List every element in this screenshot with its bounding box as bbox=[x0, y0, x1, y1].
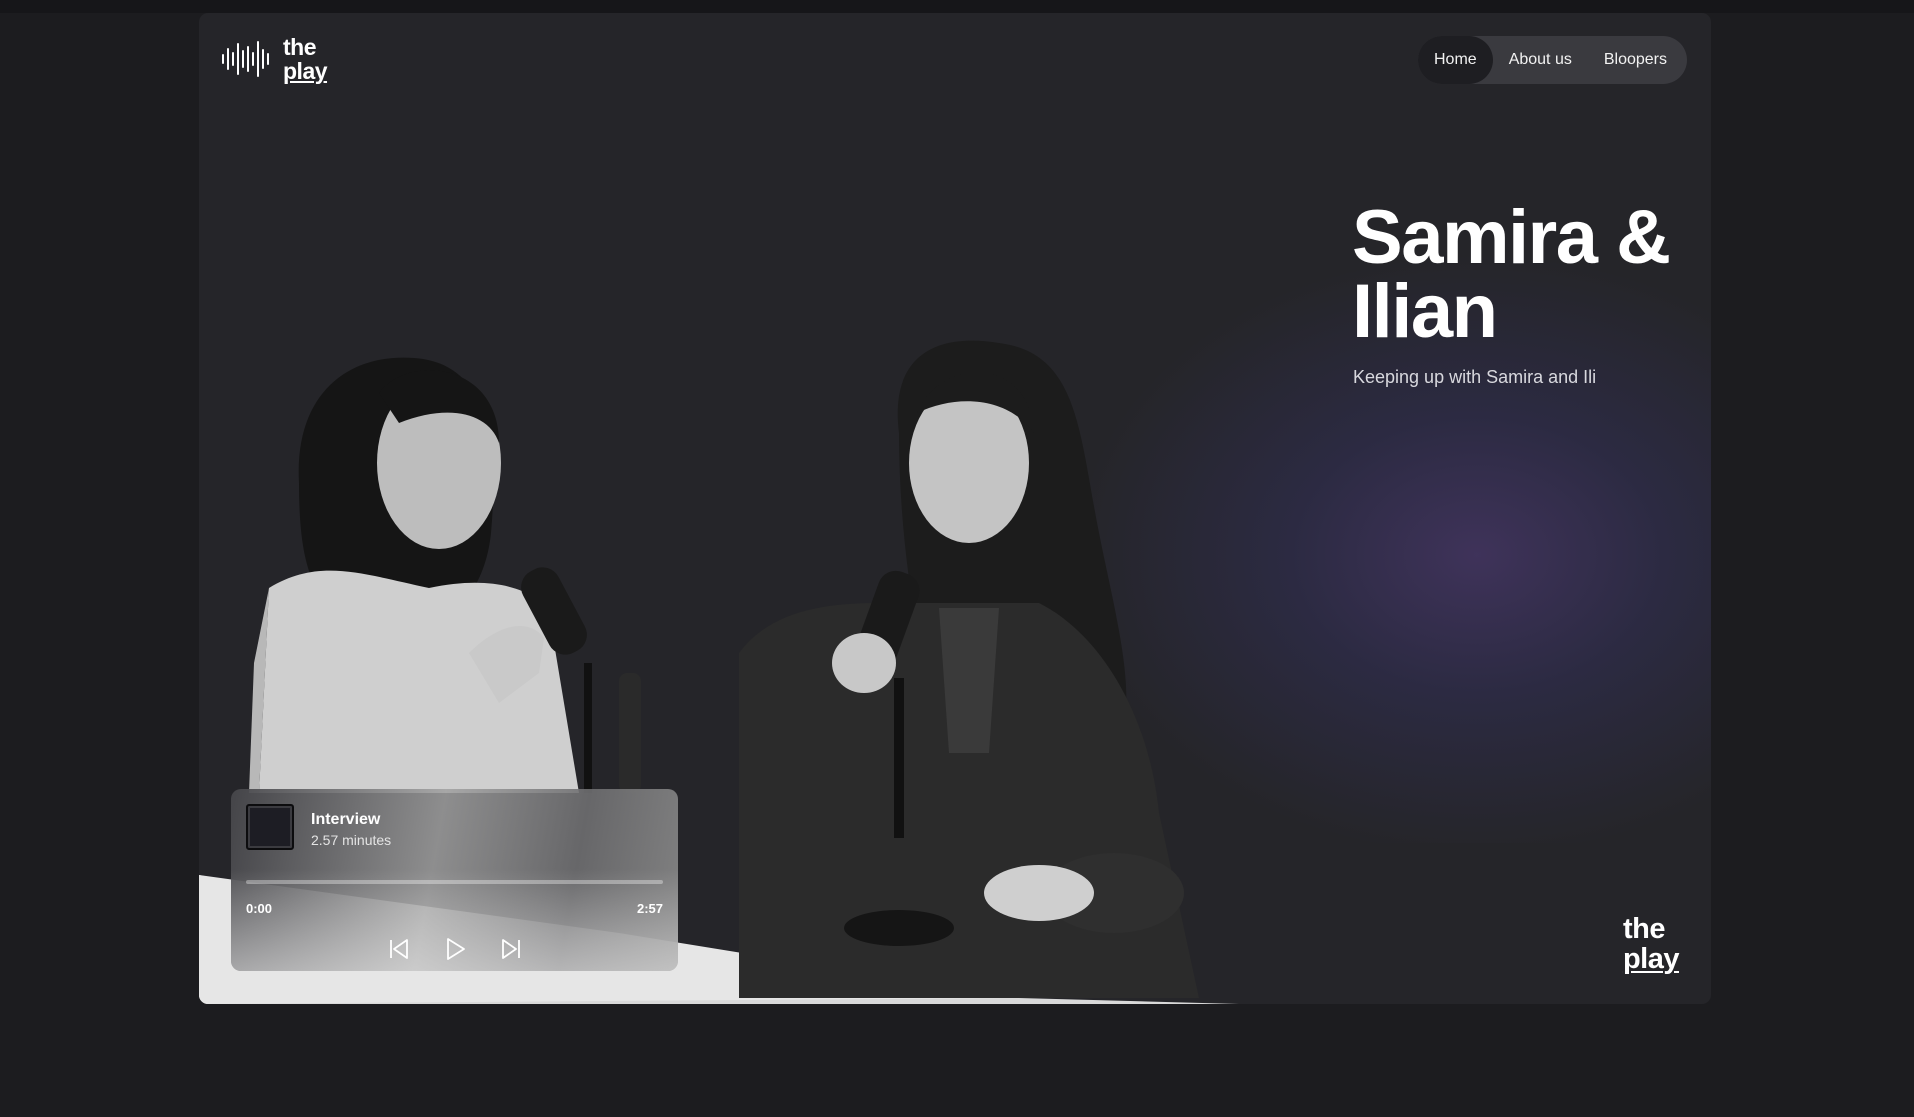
player-controls bbox=[231, 937, 678, 961]
play-icon[interactable] bbox=[443, 937, 467, 961]
main-nav: Home About us Bloopers bbox=[1418, 36, 1687, 84]
nav-about-us[interactable]: About us bbox=[1493, 36, 1588, 84]
current-time: 0:00 bbox=[246, 901, 273, 916]
hero-subtitle: Keeping up with Samira and Ili bbox=[1353, 367, 1597, 387]
episode-thumbnail bbox=[246, 804, 294, 850]
brand-line-2: play bbox=[283, 58, 328, 84]
brand-line-1: the bbox=[283, 34, 317, 60]
right-host bbox=[739, 340, 1199, 998]
episode-duration: 2.57 minutes bbox=[311, 832, 392, 848]
episode-title: Interview bbox=[311, 811, 381, 828]
skip-forward-icon[interactable] bbox=[499, 937, 523, 961]
progress-bar[interactable] bbox=[246, 880, 663, 884]
brand-wordmark: the play bbox=[283, 34, 328, 84]
footer-logo: the play bbox=[1622, 913, 1680, 975]
footer-logo-line-2: play bbox=[1622, 943, 1680, 975]
hero-card: the play Home About us Bloopers Samira &… bbox=[199, 13, 1711, 1004]
total-time: 2:57 bbox=[636, 901, 663, 916]
brand-logo[interactable]: the play bbox=[221, 34, 328, 84]
nav-home[interactable]: Home bbox=[1418, 36, 1493, 84]
footer-logo-line-1: the bbox=[1622, 913, 1666, 945]
hero-title: Samira & Ilian bbox=[1352, 195, 1671, 354]
waveform-icon bbox=[222, 41, 269, 77]
nav-bloopers[interactable]: Bloopers bbox=[1588, 36, 1683, 84]
browser-top-strip bbox=[0, 0, 1914, 13]
skip-back-icon[interactable] bbox=[387, 937, 411, 961]
audio-player: Interview 2.57 minutes 0:00 2:57 bbox=[231, 789, 678, 971]
